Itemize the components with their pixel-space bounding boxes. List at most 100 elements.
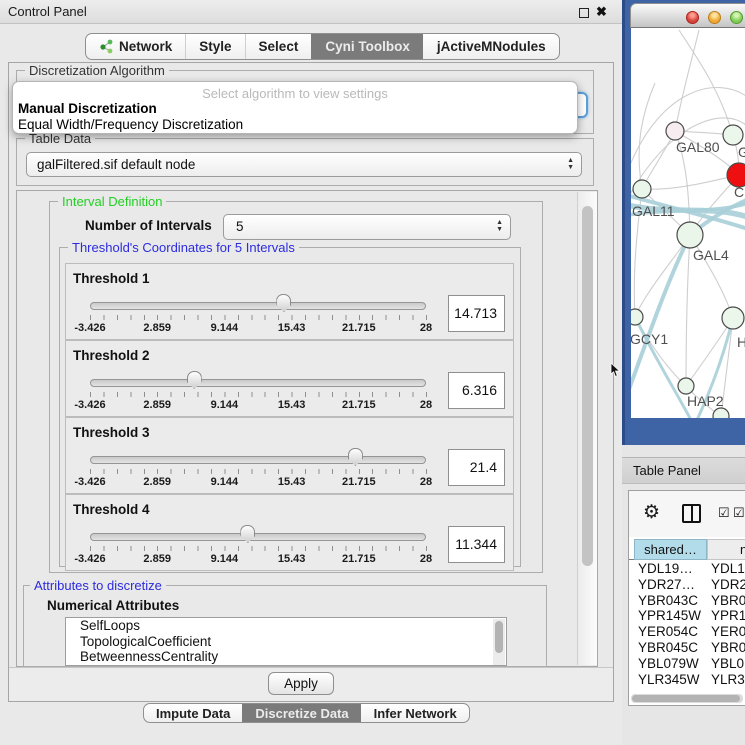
stepper-up-icon[interactable]: ▲ bbox=[567, 157, 574, 164]
tab-discretize-data[interactable]: Discretize Data bbox=[242, 704, 360, 722]
threshold-value-field[interactable]: 11.344 bbox=[448, 526, 505, 563]
stepper-down-icon[interactable]: ▼ bbox=[567, 164, 574, 171]
stepper-down-icon[interactable]: ▼ bbox=[496, 226, 503, 233]
table-row[interactable]: YDR27… YDR2 bbox=[629, 577, 745, 593]
column-header-name[interactable]: na bbox=[707, 539, 745, 560]
cell-name: YPR1 bbox=[711, 608, 745, 624]
network-node-gcy1[interactable] bbox=[631, 309, 643, 325]
network-node-gal4[interactable] bbox=[677, 222, 703, 248]
tick-label: 28 bbox=[420, 476, 432, 488]
tick-label: 15.43 bbox=[278, 399, 306, 411]
table-row[interactable]: YER054CYER0 bbox=[629, 624, 745, 640]
control-panel-titlebar: Control Panel ✖ bbox=[0, 0, 622, 24]
close-icon[interactable]: ✖ bbox=[596, 3, 607, 21]
tab-impute-data[interactable]: Impute Data bbox=[144, 704, 242, 722]
network-edge bbox=[642, 175, 739, 189]
stepper-icons[interactable]: ▲▼ bbox=[496, 219, 503, 233]
float-window-icon[interactable] bbox=[579, 8, 589, 18]
network-node-gal11[interactable] bbox=[633, 180, 651, 198]
vertical-scrollbar[interactable] bbox=[577, 192, 597, 665]
node-table-card: ⚙ ☑ ☑ shared… na YDL19…YDL1YDR27…YDR2YBR… bbox=[628, 490, 745, 706]
table-data-combobox[interactable]: galFiltered.sif default node ▲▼ bbox=[26, 152, 582, 177]
column-layout-icon[interactable] bbox=[682, 504, 701, 523]
minimize-traffic-light-icon[interactable] bbox=[708, 11, 721, 24]
threshold-title: Threshold 4 bbox=[73, 502, 150, 517]
tick-label: 9.144 bbox=[211, 476, 239, 488]
slider-track[interactable] bbox=[90, 533, 426, 541]
network-node-ga[interactable] bbox=[723, 125, 743, 145]
node-label: GCY1 bbox=[631, 331, 668, 347]
table-row[interactable]: YDL19…YDL1 bbox=[629, 561, 745, 577]
table-row[interactable]: YPR145WYPR1 bbox=[629, 608, 745, 624]
tick-label: 21.715 bbox=[342, 399, 376, 411]
threshold-value-field[interactable]: 6.316 bbox=[448, 372, 505, 409]
network-edge bbox=[686, 235, 690, 386]
stepper-icons[interactable]: ▲▼ bbox=[567, 157, 574, 171]
num-intervals-combobox[interactable]: 5 ▲▼ bbox=[223, 214, 511, 240]
numerical-attributes-list: SelfLoopsTopologicalCoefficientBetweenne… bbox=[65, 617, 507, 666]
network-view-canvas[interactable]: GAL80GACGAL11GAL4GCY1HHAP2 bbox=[631, 28, 745, 418]
thresholds-group-label: Threshold's Coordinates for 5 Intervals bbox=[68, 240, 299, 255]
table-row[interactable]: YLR345WYLR3 bbox=[629, 672, 745, 685]
horizontal-scrollbar[interactable] bbox=[631, 694, 743, 703]
list-item-selfloops[interactable]: SelfLoops bbox=[66, 618, 506, 634]
cell-name: YBR0 bbox=[711, 593, 745, 609]
node-label: H bbox=[737, 334, 745, 350]
scrollbar-thumb[interactable] bbox=[495, 621, 503, 653]
tab-jactivemnodules[interactable]: jActiveMNodules bbox=[423, 34, 559, 59]
network-node-gal80[interactable] bbox=[666, 122, 684, 140]
threshold-value-field[interactable]: 21.4 bbox=[448, 449, 505, 486]
network-node-h[interactable] bbox=[722, 307, 744, 329]
table-row[interactable]: YBR045CYBR0 bbox=[629, 640, 745, 656]
discretize-settings-panel: Interval Definition Number of Intervals … bbox=[16, 190, 598, 667]
table-row[interactable]: YBL079WYBL0 bbox=[629, 656, 745, 672]
cell-name: YBR0 bbox=[711, 640, 745, 656]
cell-name: YDR2 bbox=[711, 577, 745, 593]
network-window-titlebar bbox=[630, 3, 745, 28]
column-header-shared-name[interactable]: shared… bbox=[634, 539, 707, 560]
tab-infer-network[interactable]: Infer Network bbox=[361, 704, 469, 722]
network-node[interactable] bbox=[713, 408, 729, 418]
slider-track[interactable] bbox=[90, 379, 426, 387]
threshold-value-field[interactable]: 14.713 bbox=[448, 295, 505, 332]
tick-label: 9.144 bbox=[211, 322, 239, 334]
slider-track[interactable] bbox=[90, 456, 426, 464]
checkbox-icon[interactable]: ☑ bbox=[733, 505, 745, 521]
close-traffic-light-icon[interactable] bbox=[686, 11, 699, 24]
list-item-topologicalcoefficient[interactable]: TopologicalCoefficient bbox=[66, 634, 506, 650]
gear-icon[interactable]: ⚙ bbox=[643, 501, 660, 524]
tick-label: 28 bbox=[420, 322, 432, 334]
network-icon bbox=[99, 39, 114, 54]
scrollbar-thumb[interactable] bbox=[582, 206, 593, 566]
cell-shared-name: YBR043C bbox=[638, 593, 698, 609]
tab-cyni-toolbox[interactable]: Cyni Toolbox bbox=[311, 34, 423, 59]
node-label: GAL11 bbox=[632, 203, 675, 219]
slider-track[interactable] bbox=[90, 302, 426, 310]
tick-label: 21.715 bbox=[342, 553, 376, 565]
network-edge bbox=[642, 131, 675, 189]
tab-style[interactable]: Style bbox=[185, 34, 244, 59]
threshold-title: Threshold 1 bbox=[73, 271, 150, 286]
dropdown-hint: Select algorithm to view settings bbox=[13, 86, 577, 101]
zoom-traffic-light-icon[interactable] bbox=[730, 11, 743, 24]
network-edge bbox=[675, 30, 699, 131]
network-node-hap2[interactable] bbox=[678, 378, 694, 394]
option-manual-discretization[interactable]: Manual Discretization bbox=[18, 101, 157, 116]
table-row[interactable]: YBR043C YBR0 bbox=[629, 593, 745, 609]
cell-shared-name: YDR27… bbox=[638, 577, 695, 593]
tick-label: 28 bbox=[420, 399, 432, 411]
window-title: Control Panel bbox=[8, 0, 87, 24]
stepper-up-icon[interactable]: ▲ bbox=[496, 219, 503, 226]
tab-select[interactable]: Select bbox=[245, 34, 312, 59]
tick-label: 15.43 bbox=[278, 476, 306, 488]
scrollbar-thumb[interactable] bbox=[632, 695, 740, 702]
tab-label: Infer Network bbox=[374, 706, 457, 721]
tab-network[interactable]: Network bbox=[86, 34, 185, 59]
checkbox-icon[interactable]: ☑ bbox=[718, 505, 730, 521]
list-item-betweennesscentrality[interactable]: BetweennessCentrality bbox=[66, 649, 506, 665]
tick-label: -3.426 bbox=[74, 553, 105, 565]
option-equal-width-frequency[interactable]: Equal Width/Frequency Discretization bbox=[18, 117, 243, 132]
network-edge bbox=[639, 83, 655, 189]
list-scrollbar[interactable] bbox=[493, 619, 505, 665]
apply-button[interactable]: Apply bbox=[268, 672, 334, 695]
